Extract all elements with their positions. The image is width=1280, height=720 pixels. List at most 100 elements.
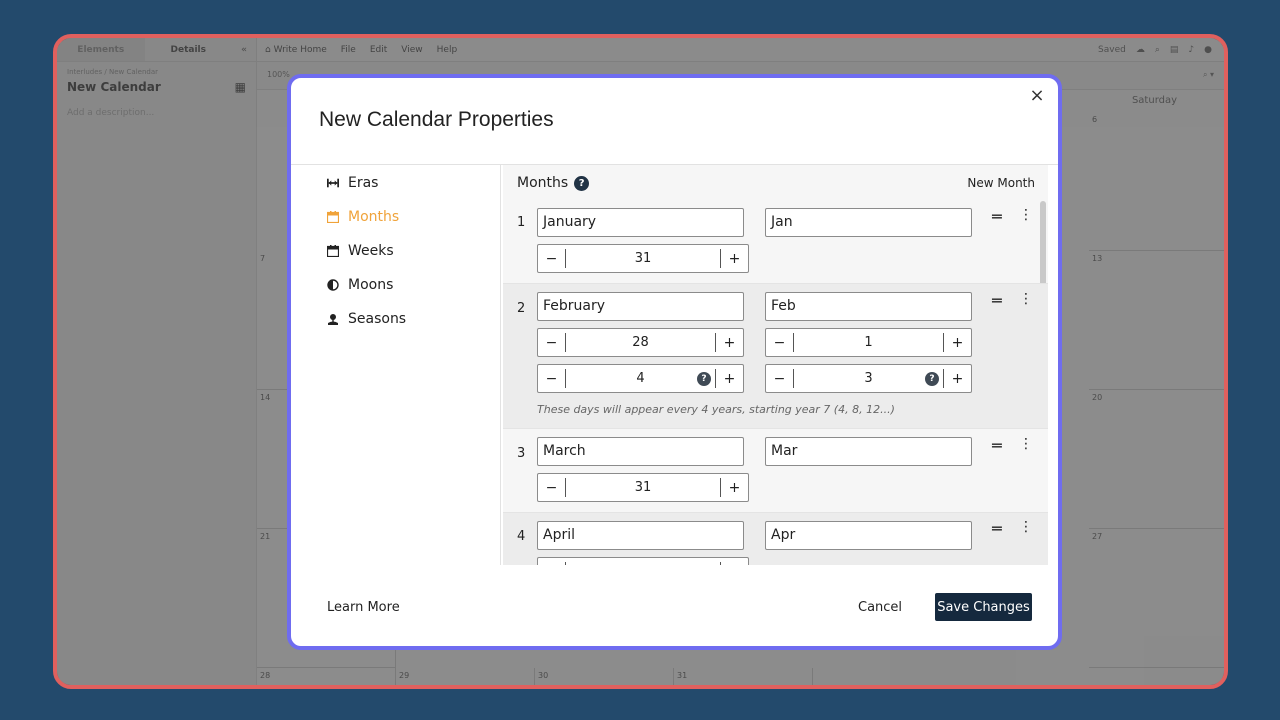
days-stepper[interactable]: − 31 + bbox=[537, 473, 749, 502]
increment-button[interactable]: + bbox=[720, 249, 748, 268]
help-icon[interactable]: ? bbox=[697, 371, 711, 386]
properties-nav: Eras Months Weeks Moons Seasons bbox=[291, 165, 501, 565]
days-value[interactable]: 31 bbox=[566, 480, 720, 495]
more-options-icon[interactable]: ⋮ bbox=[1019, 519, 1033, 535]
days-stepper[interactable]: − + bbox=[537, 557, 749, 565]
increment-button[interactable]: + bbox=[943, 333, 971, 352]
increment-button[interactable]: + bbox=[720, 478, 748, 497]
day-cell[interactable]: 30 bbox=[535, 668, 674, 685]
increment-button[interactable]: + bbox=[943, 369, 971, 388]
leap-days-stepper[interactable]: − 1 + bbox=[765, 328, 972, 357]
leap-interval-value: 4 bbox=[636, 371, 645, 386]
calendar-edit-icon[interactable]: ▦ bbox=[235, 80, 246, 94]
increment-button[interactable]: + bbox=[715, 333, 743, 352]
days-stepper[interactable]: − 28 + bbox=[537, 328, 744, 357]
decrement-button[interactable]: − bbox=[538, 478, 566, 497]
days-stepper[interactable]: − 31 + bbox=[537, 244, 749, 273]
collapse-icon[interactable]: « bbox=[232, 38, 256, 61]
month-name-field[interactable]: April bbox=[537, 521, 744, 550]
month-name-field[interactable]: March bbox=[537, 437, 744, 466]
saved-status: Saved bbox=[1098, 44, 1126, 55]
menu-view[interactable]: View bbox=[401, 45, 422, 55]
decrement-button[interactable]: − bbox=[538, 562, 566, 565]
leap-offset-stepper[interactable]: − 3? + bbox=[765, 364, 972, 393]
eras-icon bbox=[327, 177, 339, 189]
drag-handle-icon[interactable]: ═ bbox=[992, 291, 1002, 310]
weekday-header: Saturday bbox=[1131, 95, 1178, 106]
leap-days-value[interactable]: 1 bbox=[794, 335, 943, 350]
month-name-field[interactable]: February bbox=[537, 292, 744, 321]
month-number: 2 bbox=[517, 301, 526, 316]
nav-label-months: Months bbox=[348, 209, 400, 225]
nav-item-weeks[interactable]: Weeks bbox=[327, 243, 394, 259]
day-cell[interactable]: 6 bbox=[1089, 112, 1224, 251]
month-name-field[interactable]: January bbox=[537, 208, 744, 237]
nav-label-weeks: Weeks bbox=[348, 243, 394, 259]
description-placeholder[interactable]: Add a description... bbox=[57, 98, 256, 128]
zoom-level[interactable]: 100% bbox=[267, 70, 290, 79]
leap-interval-stepper[interactable]: − 4? + bbox=[537, 364, 744, 393]
decrement-button[interactable]: − bbox=[766, 369, 794, 388]
day-cell[interactable]: 28 bbox=[257, 668, 396, 685]
toolbar-search-icon[interactable]: ⌕ ▾ bbox=[1203, 70, 1214, 80]
menu-help[interactable]: Help bbox=[437, 45, 458, 55]
close-icon[interactable]: × bbox=[1026, 84, 1048, 106]
week-icon bbox=[327, 245, 339, 257]
nav-item-moons[interactable]: Moons bbox=[327, 277, 393, 293]
tab-elements[interactable]: Elements bbox=[57, 38, 145, 61]
month-row: 2 February Feb − 28 + − 1 + − 4? + − 3? … bbox=[503, 284, 1048, 429]
month-abbr-field[interactable]: Apr bbox=[765, 521, 972, 550]
decrement-button[interactable]: − bbox=[538, 333, 566, 352]
months-header: Months ? bbox=[517, 175, 590, 191]
seasons-icon bbox=[327, 313, 339, 325]
calendar-icon bbox=[327, 211, 339, 223]
decrement-button[interactable]: − bbox=[538, 369, 566, 388]
nav-item-eras[interactable]: Eras bbox=[327, 175, 378, 191]
save-changes-button[interactable]: Save Changes bbox=[935, 593, 1032, 621]
day-cell[interactable]: 27 bbox=[1089, 529, 1224, 668]
more-options-icon[interactable]: ⋮ bbox=[1019, 291, 1033, 307]
calendar-title: New Calendar ▦ bbox=[57, 76, 256, 98]
home-label: Write Home bbox=[273, 44, 327, 55]
drag-handle-icon[interactable]: ═ bbox=[992, 207, 1002, 226]
more-options-icon[interactable]: ⋮ bbox=[1019, 436, 1033, 452]
day-cell[interactable]: 29 bbox=[396, 668, 535, 685]
day-cell[interactable]: 20 bbox=[1089, 390, 1224, 529]
nav-item-months[interactable]: Months bbox=[327, 209, 399, 225]
tab-details[interactable]: Details bbox=[145, 38, 233, 61]
notes-icon[interactable]: ▤ bbox=[1170, 45, 1179, 55]
month-abbr-field[interactable]: Jan bbox=[765, 208, 972, 237]
nav-label-moons: Moons bbox=[348, 277, 394, 293]
drag-handle-icon[interactable]: ═ bbox=[992, 436, 1002, 455]
nav-item-seasons[interactable]: Seasons bbox=[327, 311, 406, 327]
months-panel: Months ? New Month 1 January Jan − 31 + … bbox=[503, 165, 1048, 565]
new-month-button[interactable]: New Month bbox=[967, 176, 1035, 190]
more-options-icon[interactable]: ⋮ bbox=[1019, 207, 1033, 223]
leap-interval-field[interactable]: 4? bbox=[566, 371, 715, 386]
month-abbr-field[interactable]: Mar bbox=[765, 437, 972, 466]
user-icon[interactable]: ● bbox=[1204, 45, 1212, 55]
bell-icon[interactable]: ♪ bbox=[1188, 45, 1194, 55]
cloud-icon: ☁ bbox=[1135, 44, 1145, 55]
month-number: 4 bbox=[517, 529, 526, 544]
help-icon[interactable]: ? bbox=[925, 371, 939, 386]
leap-offset-field[interactable]: 3? bbox=[794, 371, 943, 386]
help-icon[interactable]: ? bbox=[574, 175, 590, 191]
day-cell[interactable]: 13 bbox=[1089, 251, 1224, 390]
decrement-button[interactable]: − bbox=[538, 249, 566, 268]
search-icon[interactable]: ⌕ bbox=[1155, 45, 1160, 55]
decrement-button[interactable]: − bbox=[766, 333, 794, 352]
increment-button[interactable]: + bbox=[715, 369, 743, 388]
drag-handle-icon[interactable]: ═ bbox=[992, 519, 1002, 538]
menu-edit[interactable]: Edit bbox=[370, 45, 387, 55]
day-cell[interactable]: 31 bbox=[674, 668, 813, 685]
home-link[interactable]: ⌂ Write Home bbox=[265, 45, 327, 55]
days-value[interactable]: 28 bbox=[566, 335, 715, 350]
menu-file[interactable]: File bbox=[341, 45, 356, 55]
month-row: 1 January Jan − 31 + ═ ⋮ bbox=[503, 197, 1048, 284]
days-value[interactable]: 31 bbox=[566, 251, 720, 266]
learn-more-link[interactable]: Learn More bbox=[327, 600, 400, 615]
increment-button[interactable]: + bbox=[720, 562, 748, 565]
month-abbr-field[interactable]: Feb bbox=[765, 292, 972, 321]
cancel-button[interactable]: Cancel bbox=[858, 600, 902, 615]
